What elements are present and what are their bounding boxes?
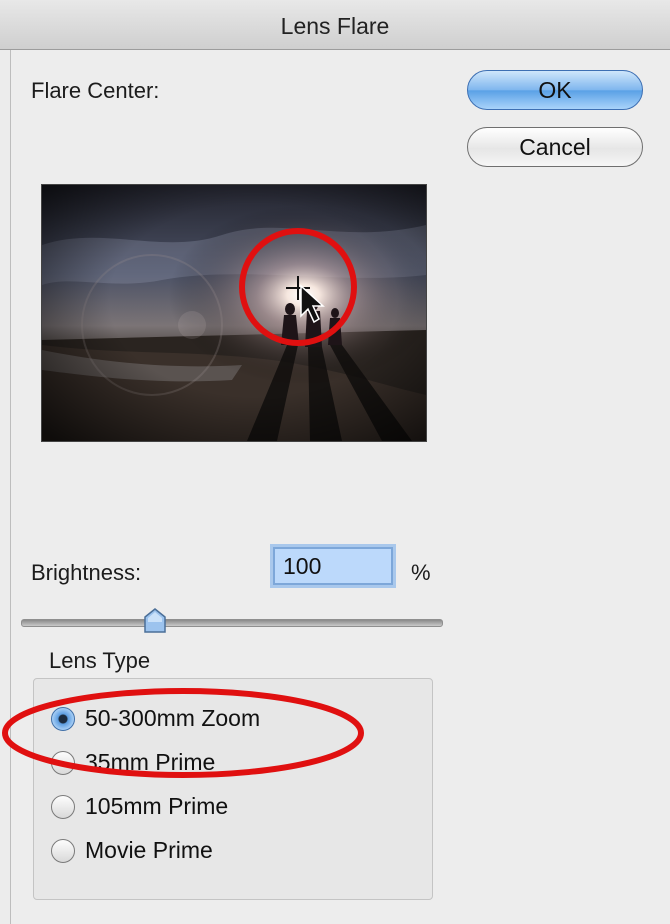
brightness-slider-thumb[interactable]	[143, 608, 167, 634]
flare-center-label: Flare Center:	[31, 78, 160, 103]
brightness-slider-track[interactable]	[21, 619, 443, 627]
brightness-input[interactable]	[273, 547, 393, 585]
beach-sunset-image	[42, 185, 426, 441]
radio-button-zoom[interactable]	[51, 707, 75, 731]
radio-label-movie: Movie Prime	[85, 837, 213, 863]
title-bar: Lens Flare	[0, 0, 670, 50]
ok-button[interactable]: OK	[467, 70, 643, 110]
brightness-label: Brightness:	[31, 560, 142, 585]
cancel-button[interactable]: Cancel	[467, 127, 643, 167]
lens-type-title: Lens Type	[49, 648, 151, 673]
brightness-unit: %	[411, 560, 431, 585]
radio-button-movie[interactable]	[51, 839, 75, 863]
radio-button-105mm[interactable]	[51, 795, 75, 819]
window-title: Lens Flare	[280, 13, 390, 39]
radio-label-35mm: 35mm Prime	[85, 749, 216, 775]
radio-label-zoom: 50-300mm Zoom	[85, 705, 261, 731]
flare-preview[interactable]	[41, 184, 427, 442]
lens-flare-dialog: Flare Center: OK Cancel Brightness: 100 …	[10, 50, 670, 924]
radio-button-35mm[interactable]	[51, 751, 75, 775]
radio-label-105mm: 105mm Prime	[85, 793, 229, 819]
